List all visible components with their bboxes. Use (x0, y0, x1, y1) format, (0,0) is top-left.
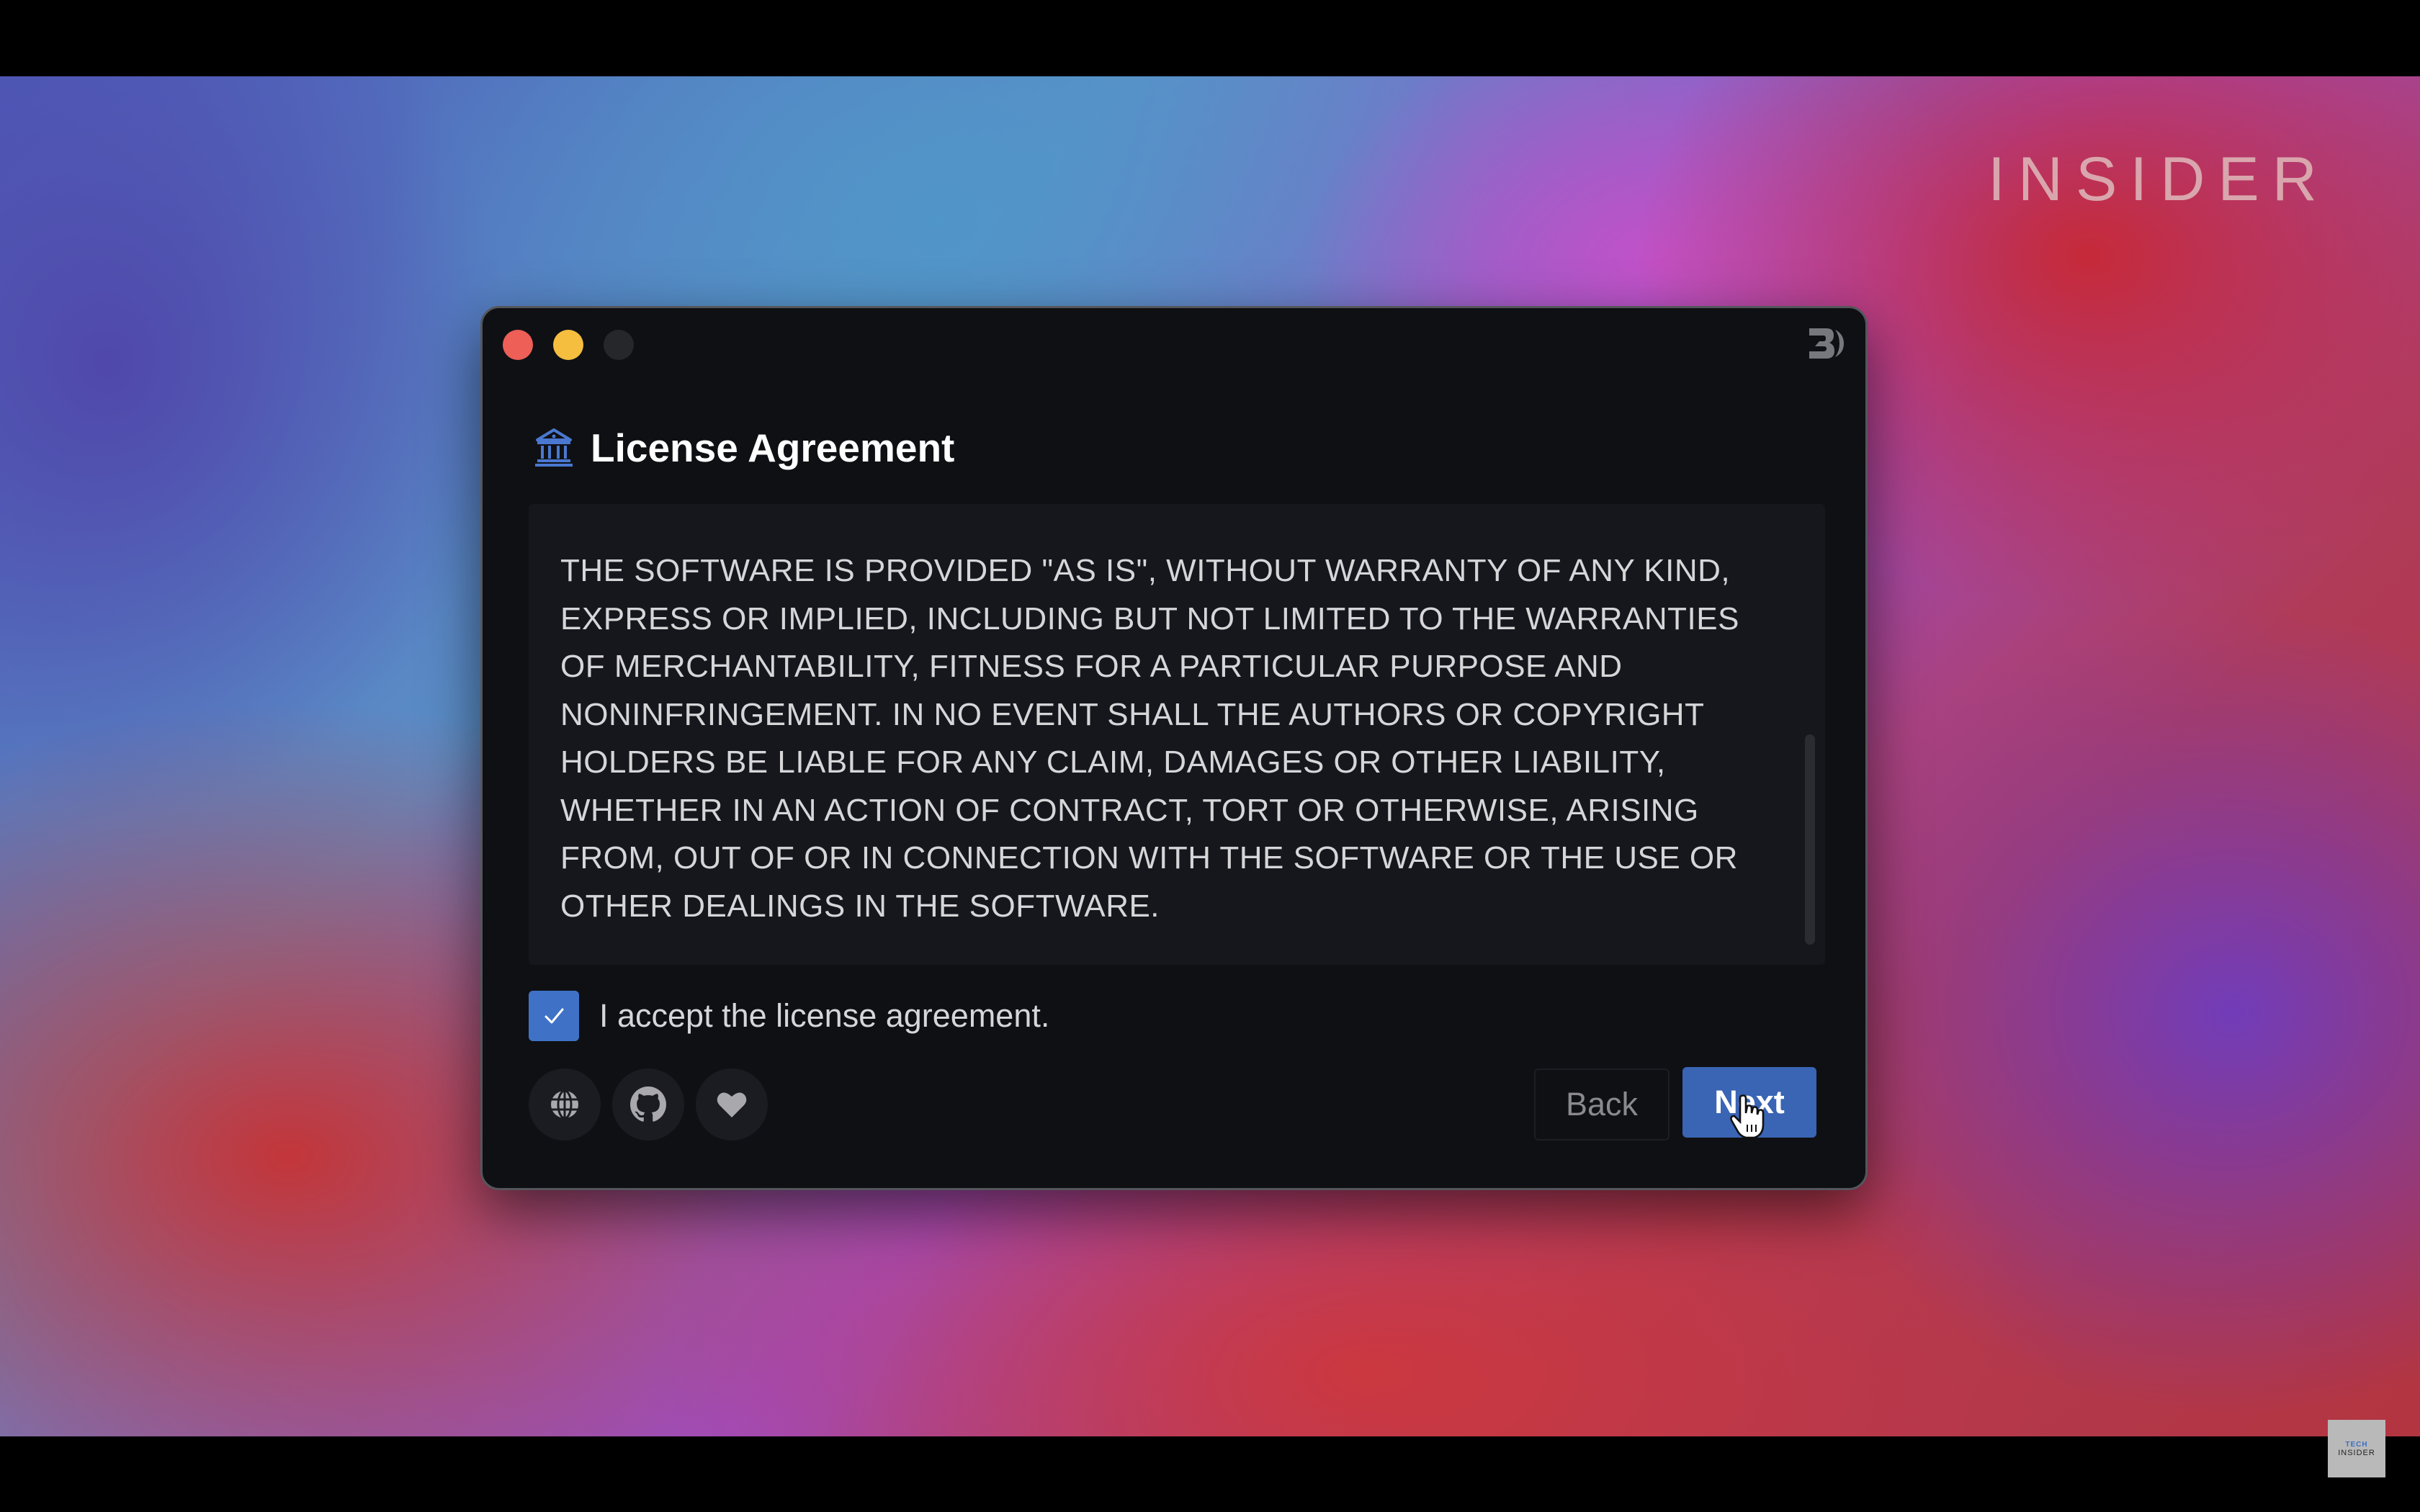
installer-window: License Agreement THE SOFTWARE IS PROVID… (480, 306, 1868, 1190)
checkmark-icon (544, 1008, 564, 1024)
donate-button[interactable] (696, 1068, 768, 1140)
tech-insider-badge: TECH INSIDER (2328, 1420, 2385, 1477)
bank-icon (533, 427, 575, 469)
minimize-window-button[interactable] (553, 330, 583, 360)
letterbox-bottom (0, 1436, 2420, 1512)
back-button[interactable]: Back (1534, 1068, 1670, 1140)
heart-icon (717, 1092, 747, 1117)
license-scrollbar-thumb[interactable] (1805, 734, 1815, 945)
accept-license-row[interactable]: I accept the license agreement. (529, 991, 1049, 1041)
globe-icon (551, 1089, 578, 1120)
hand-pointer-cursor-icon (1730, 1094, 1765, 1139)
page-title: License Agreement (591, 426, 955, 470)
badge-line1: TECH (2345, 1440, 2368, 1449)
badge-line2: INSIDER (2338, 1448, 2375, 1457)
accept-checkbox[interactable] (529, 991, 579, 1041)
license-text-area[interactable]: THE SOFTWARE IS PROVIDED "AS IS", WITHOU… (529, 504, 1825, 965)
footer-links (529, 1068, 768, 1140)
github-button[interactable] (612, 1068, 684, 1140)
letterbox-top (0, 0, 2420, 76)
website-button[interactable] (529, 1068, 601, 1140)
page-header: License Agreement (533, 425, 954, 471)
github-icon (630, 1086, 666, 1122)
accept-label[interactable]: I accept the license agreement. (599, 997, 1049, 1035)
insider-watermark: INSIDER (1988, 145, 2330, 214)
license-text: THE SOFTWARE IS PROVIDED "AS IS", WITHOU… (560, 553, 1739, 924)
app-logo-icon (1806, 325, 1847, 361)
window-controls (503, 330, 634, 360)
close-window-button[interactable] (503, 330, 533, 360)
maximize-window-button (604, 330, 634, 360)
